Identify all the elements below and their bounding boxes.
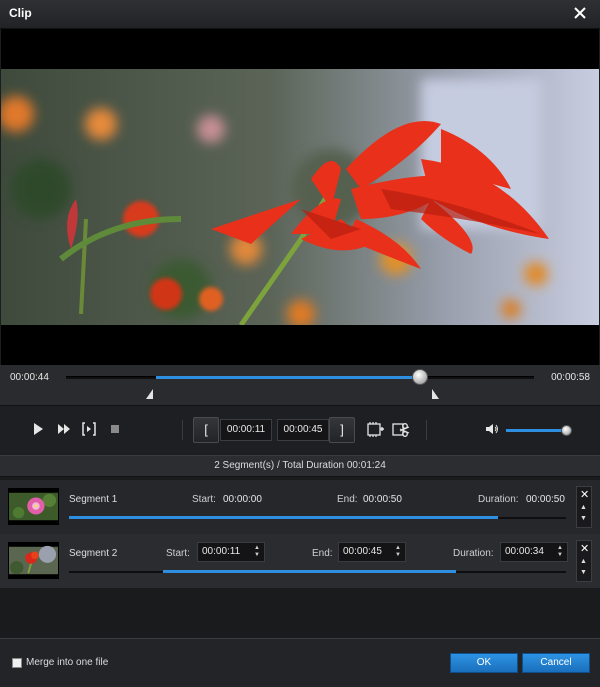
stepper-arrows-icon[interactable]: ▲ ▼ (254, 545, 260, 559)
set-end-button[interactable]: ] (329, 417, 355, 443)
segment-actions: ✕ ▲ ▼ (576, 540, 592, 582)
segment-name: Segment 1 (69, 494, 118, 505)
segment-name: Segment 2 (69, 548, 118, 559)
end-time-stepper[interactable]: 00:00:45 ▲ ▼ (338, 542, 406, 562)
preview-clip-icon[interactable] (82, 422, 96, 436)
segment-range-fill (69, 516, 498, 519)
total-time: 00:00:58 (551, 372, 590, 383)
move-up-icon[interactable]: ▲ (580, 558, 587, 565)
end-value: 00:00:50 (363, 494, 402, 505)
move-down-icon[interactable]: ▼ (580, 515, 587, 522)
new-segment-icon[interactable] (367, 421, 384, 438)
duration-value: 00:00:50 (526, 494, 565, 505)
start-label: Start: (192, 494, 216, 505)
fast-forward-icon[interactable] (57, 422, 71, 436)
title-bar: Clip (0, 0, 600, 29)
video-preview[interactable] (1, 29, 599, 365)
stepper-arrows-icon[interactable]: ▲ ▼ (395, 545, 401, 559)
segments-summary: 2 Segment(s) / Total Duration 00:01:24 (0, 455, 600, 477)
window-title: Clip (9, 6, 32, 20)
end-value: 00:00:45 (343, 546, 382, 557)
separator (426, 420, 427, 440)
volume-icon[interactable] (485, 422, 499, 436)
timeline: 00:00:44 00:00:58 (0, 365, 600, 405)
move-up-icon[interactable]: ▲ (580, 504, 587, 511)
playback-controls: [ 00:00:11 00:00:45 ] (0, 405, 600, 453)
video-frame (1, 69, 599, 325)
segment-list: Segment 1 Start: 00:00:00 End: 00:00:50 … (0, 477, 600, 637)
end-marker-handle[interactable] (431, 389, 439, 399)
start-value: 00:00:11 (202, 546, 241, 557)
move-down-icon[interactable]: ▼ (580, 569, 587, 576)
current-time: 00:00:44 (10, 372, 49, 383)
start-time-stepper[interactable]: 00:00:11 ▲ ▼ (197, 542, 265, 562)
merge-label[interactable]: Merge into one file (26, 657, 108, 668)
separator (182, 420, 183, 440)
segment-row[interactable]: Segment 2 Start: 00:00:11 ▲ ▼ End: 00:00:… (0, 534, 600, 588)
cancel-button[interactable]: Cancel (522, 653, 590, 673)
playhead-handle[interactable] (412, 369, 428, 385)
end-time-field[interactable]: 00:00:45 (277, 419, 329, 441)
segment-thumbnail (8, 488, 59, 525)
duration-label: Duration: (453, 548, 494, 559)
set-start-button[interactable]: [ (193, 417, 219, 443)
volume-handle[interactable] (561, 425, 572, 436)
segment-actions: ✕ ▲ ▼ (576, 486, 592, 528)
timeline-selected-range (156, 376, 420, 379)
delete-segment-icon[interactable]: ✕ (580, 542, 589, 555)
start-marker-handle[interactable] (146, 389, 154, 399)
segment-range-fill (163, 570, 456, 573)
play-icon[interactable] (31, 422, 45, 436)
start-label: Start: (166, 548, 190, 559)
ok-button[interactable]: OK (450, 653, 518, 673)
duration-stepper[interactable]: 00:00:34 ▲ ▼ (500, 542, 568, 562)
segment-row[interactable]: Segment 1 Start: 00:00:00 End: 00:00:50 … (0, 480, 600, 534)
segment-thumbnail (8, 542, 59, 579)
start-value: 00:00:00 (223, 494, 262, 505)
stop-icon[interactable] (108, 422, 122, 436)
delete-segment-icon[interactable]: ✕ (580, 488, 589, 501)
start-time-field[interactable]: 00:00:11 (220, 419, 272, 441)
stepper-arrows-icon[interactable]: ▲ ▼ (557, 545, 563, 559)
volume-slider[interactable] (506, 429, 564, 432)
end-label: End: (312, 548, 333, 559)
merge-checkbox[interactable] (12, 658, 22, 668)
dialog-footer: Merge into one file OK Cancel (0, 638, 600, 687)
duration-value: 00:00:34 (505, 546, 544, 557)
split-scissors-icon[interactable] (392, 421, 410, 439)
close-icon[interactable] (572, 5, 588, 21)
duration-label: Duration: (478, 494, 519, 505)
end-label: End: (337, 494, 358, 505)
